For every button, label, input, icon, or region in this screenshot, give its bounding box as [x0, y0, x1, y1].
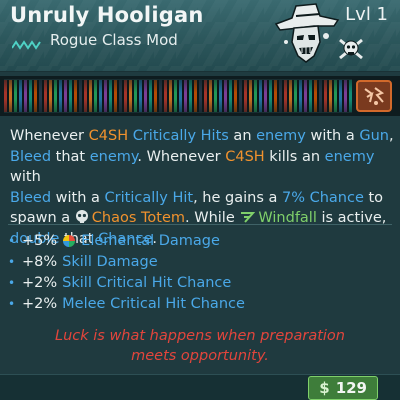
- keyword-text: Gun: [359, 128, 389, 144]
- description-text: to: [363, 189, 384, 206]
- rarity-stripe-bar: [0, 76, 400, 116]
- item-footer: $ 129: [0, 374, 400, 400]
- item-header: Unruly Hooligan Rogue Class Mod Lvl 1: [0, 0, 400, 72]
- price-value: 129: [335, 379, 367, 397]
- keyword-text: C4SH: [225, 148, 265, 165]
- description-text: with: [10, 169, 41, 185]
- description-text: ,: [388, 128, 394, 144]
- flavor-text: Luck is what happens when preparation me…: [0, 326, 400, 366]
- flavor-line-1: Luck is what happens when preparation: [55, 328, 345, 344]
- stat-list: • +5% Elemental Damage • +8% Skill Damag…: [8, 230, 392, 314]
- windfall-icon: [241, 212, 256, 223]
- description-text: that: [51, 148, 90, 165]
- description-text: , he gains a: [193, 189, 282, 206]
- element-badge-icon: [356, 80, 392, 112]
- hooligan-portrait-icon: [268, 2, 344, 66]
- stat-row: • +2% Melee Critical Hit Chance: [8, 293, 392, 314]
- item-level: Lvl 1: [345, 4, 388, 25]
- stat-row: • +2% Skill Critical Hit Chance: [8, 272, 392, 293]
- description-line: Whenever C4SH Critically Hits an enemy w…: [10, 126, 394, 147]
- keyword-text: enemy: [324, 148, 375, 165]
- stat-value: +8%: [22, 253, 58, 270]
- flavor-line-2: meets opportunity.: [131, 348, 269, 364]
- keyword-text: enemy: [256, 128, 306, 144]
- keyword-text: Bleed: [10, 148, 52, 165]
- stat-value: +2%: [22, 274, 58, 291]
- item-body: Whenever C4SH Critically Hits an enemy w…: [0, 120, 400, 400]
- item-type-row: Rogue Class Mod: [11, 30, 178, 50]
- bullet-icon: •: [8, 254, 16, 269]
- description-text: kills an: [264, 148, 325, 165]
- keyword-text: Bleed: [10, 189, 52, 206]
- stat-row: • +5% Elemental Damage: [8, 230, 392, 251]
- item-name: Unruly Hooligan: [10, 3, 204, 27]
- stat-value: +2%: [22, 295, 58, 312]
- elemental-icon: [62, 234, 76, 248]
- currency-symbol: $: [319, 379, 330, 397]
- stat-name: Skill Critical Hit Chance: [62, 274, 232, 291]
- stat-name: Elemental Damage: [81, 232, 220, 249]
- keyword-text: 7% Chance: [281, 189, 364, 206]
- description-text: an: [228, 128, 257, 144]
- rogue-class-icon: [11, 35, 42, 50]
- description-line: Bleed with a Critically Hit, he gains a …: [10, 188, 394, 209]
- description-line: spawn a Chaos Totem. While Windfall is a…: [10, 208, 394, 229]
- stripe-fade: [4, 79, 352, 113]
- keyword-text: Critically Hits: [132, 128, 229, 144]
- item-card: Unruly Hooligan Rogue Class Mod Lvl 1 Wh…: [0, 0, 400, 400]
- stat-name: Skill Damage: [62, 253, 158, 270]
- stat-name: Melee Critical Hit Chance: [62, 295, 245, 312]
- keyword-text: C4SH: [88, 128, 129, 144]
- bullet-icon: •: [8, 296, 16, 311]
- description-text: . Whenever: [137, 148, 226, 165]
- keyword-text: Critically Hit: [104, 189, 194, 206]
- chaos-totem-skull-icon: [75, 210, 88, 223]
- section-divider: [8, 224, 392, 225]
- item-type: Rogue Class Mod: [50, 31, 178, 49]
- bullet-icon: •: [8, 275, 16, 290]
- description-text: Whenever: [10, 128, 89, 144]
- stat-row: • +8% Skill Damage: [8, 251, 392, 272]
- keyword-text: enemy: [89, 148, 138, 165]
- description-text: with a: [51, 189, 105, 206]
- stat-value: +5%: [22, 232, 58, 249]
- skull-crossbones-icon: [336, 34, 366, 64]
- price-tag: $ 129: [308, 376, 378, 400]
- bullet-icon: •: [8, 233, 16, 248]
- description-text: with a: [305, 128, 360, 144]
- description-line: Bleed that enemy. Whenever C4SH kills an…: [10, 147, 394, 188]
